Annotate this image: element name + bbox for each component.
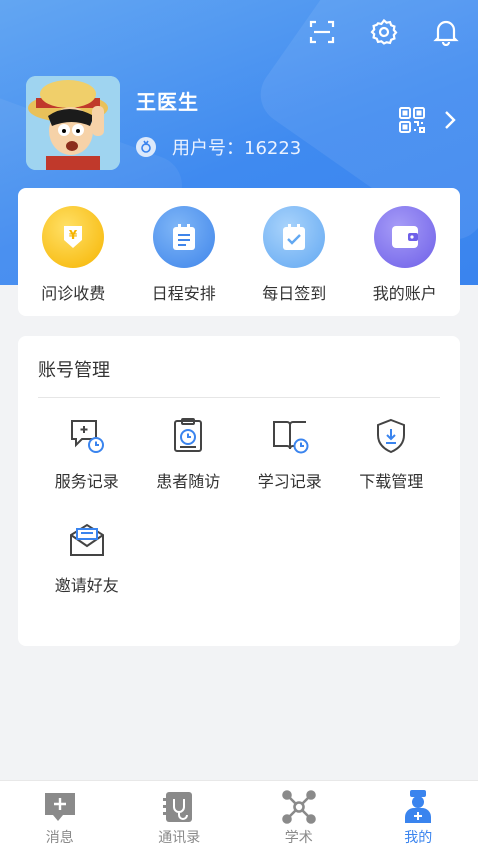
qrcode-button[interactable] (398, 106, 456, 138)
section-title: 账号管理 (38, 360, 110, 381)
doctor-icon (400, 789, 436, 825)
quick-actions-card: ¥ 问诊收费 日程安排 每日签到 我的账户 (18, 188, 460, 316)
divider (38, 397, 440, 398)
tab-contacts[interactable]: 通讯录 (120, 781, 240, 850)
tab-label: 我的 (404, 830, 433, 846)
tab-academic[interactable]: 学术 (239, 781, 359, 850)
message-icon (42, 789, 78, 825)
invite-mail-icon (67, 520, 107, 560)
quick-consult-fee[interactable]: ¥ 问诊收费 (18, 206, 129, 304)
item-label: 学习记录 (257, 472, 322, 491)
avatar[interactable] (26, 76, 120, 170)
tab-label: 通讯录 (158, 830, 201, 846)
invite-friends-item[interactable]: 邀请好友 (36, 520, 138, 596)
quick-my-account[interactable]: 我的账户 (350, 206, 461, 304)
service-record-item[interactable]: 服务记录 (36, 416, 138, 492)
checkin-icon (263, 206, 326, 268)
download-manage-icon (371, 416, 411, 456)
user-id: 用户号：16223 (172, 138, 302, 159)
quick-schedule[interactable]: 日程安排 (129, 206, 240, 304)
gear-icon[interactable] (366, 14, 402, 50)
study-record-item[interactable]: 学习记录 (239, 416, 341, 492)
qrcode-icon (398, 106, 426, 138)
item-label: 服务记录 (54, 472, 119, 491)
tab-messages[interactable]: 消息 (0, 781, 120, 850)
patient-followup-item[interactable]: 患者随访 (138, 416, 240, 492)
bell-icon[interactable] (428, 14, 464, 50)
contacts-icon (161, 789, 197, 825)
wallet-icon (373, 206, 436, 268)
download-manage-item[interactable]: 下载管理 (341, 416, 443, 492)
item-label: 患者随访 (156, 472, 221, 491)
item-label: 邀请好友 (54, 576, 119, 595)
schedule-icon (152, 206, 215, 268)
quick-checkin[interactable]: 每日签到 (239, 206, 350, 304)
top-toolbar (304, 14, 464, 50)
svg-text:¥: ¥ (69, 228, 78, 242)
quick-label: 我的账户 (372, 284, 437, 303)
patient-followup-icon (168, 416, 208, 456)
bottom-tabbar: 消息 通讯录 学术 我的 (0, 780, 478, 850)
chevron-right-icon (444, 110, 456, 134)
scan-icon[interactable] (304, 14, 340, 50)
tab-label: 消息 (45, 830, 74, 846)
doctor-name: 王医生 (136, 90, 199, 114)
academic-icon (281, 789, 317, 825)
tab-label: 学术 (284, 830, 313, 846)
item-label: 下载管理 (359, 472, 424, 491)
quick-label: 问诊收费 (41, 284, 106, 303)
quick-label: 每日签到 (262, 284, 327, 303)
study-record-icon (270, 416, 310, 456)
user-id-row: 用户号：16223 (136, 134, 301, 160)
medal-icon (136, 137, 156, 157)
tab-mine[interactable]: 我的 (359, 781, 478, 850)
profile-section: 王医生 用户号：16223 (26, 76, 456, 170)
service-record-icon (67, 416, 107, 456)
quick-label: 日程安排 (151, 284, 216, 303)
account-management-card: 账号管理 服务记录 患者随访 学习记录 下载管理 邀请好友 (18, 336, 460, 646)
yen-icon: ¥ (42, 206, 105, 268)
